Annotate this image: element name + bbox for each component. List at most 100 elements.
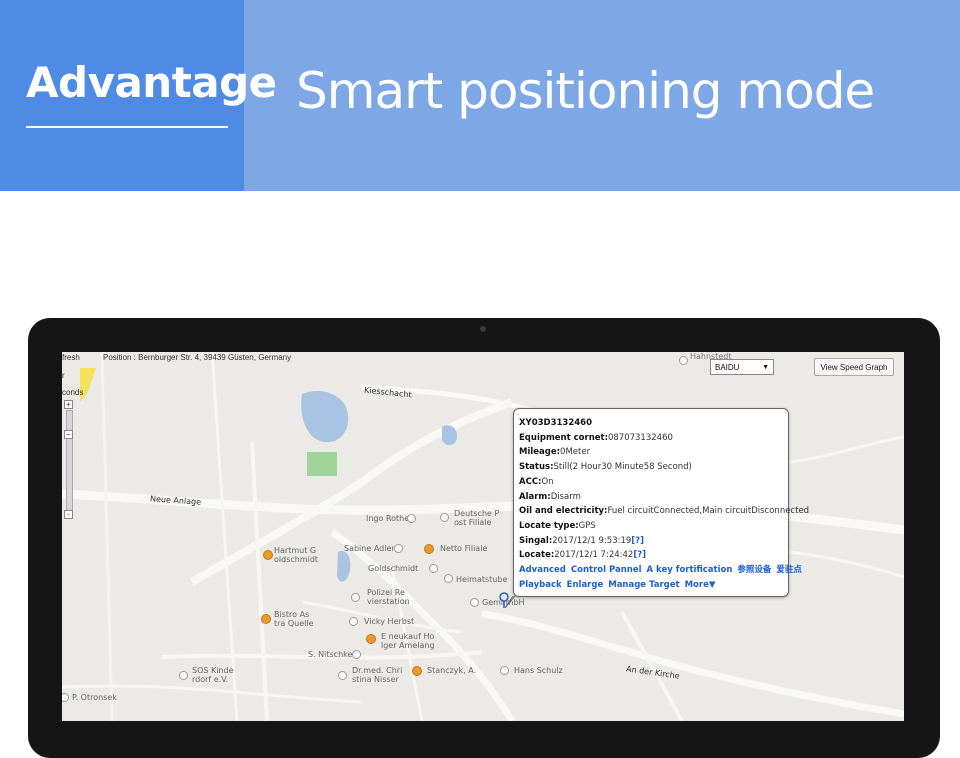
info-action-link[interactable]: Enlarge <box>567 580 604 590</box>
poi-orange-marker-icon[interactable] <box>412 666 422 676</box>
poi-label-line: Deutsche P <box>454 509 500 518</box>
info-row: Equipment cornet:087073132460 <box>519 431 783 446</box>
poi-label-line: ost Filiale <box>454 518 492 527</box>
poi-marker-icon[interactable] <box>407 514 416 523</box>
refresh-link[interactable]: fresh <box>62 353 80 362</box>
poi-marker-icon[interactable] <box>349 617 358 626</box>
poi-christina[interactable]: Dr.med. Chri stina Nisser <box>352 666 402 684</box>
info-action-link[interactable]: 参照设备 <box>737 565 771 575</box>
poi-sos[interactable]: SOS Kinde rdorf e.V. <box>192 666 234 684</box>
poi-deutsche-post[interactable]: Deutsche P ost Filiale <box>454 509 499 527</box>
chevron-down-icon: ▼ <box>762 364 769 371</box>
info-window-pointer <box>505 596 515 608</box>
info-row-value: On <box>541 476 554 487</box>
poi-label-line: lger Amelang <box>381 641 435 650</box>
poi-heimatstube[interactable]: Heimatstube <box>456 575 507 584</box>
map-screen[interactable]: fresh Position : Bernburger Str. 4, 3943… <box>62 352 904 721</box>
poi-marker-icon[interactable] <box>679 356 688 365</box>
poi-marker-icon[interactable] <box>351 593 360 602</box>
info-rows: Equipment cornet:087073132460 Mileage:0Me… <box>519 431 809 563</box>
info-row: Mileage:0Meter <box>519 445 783 460</box>
poi-label-line: Polizei Re <box>367 588 405 597</box>
info-links-row-1: Advanced Control Pannel A key fortificatio… <box>519 563 802 578</box>
poi-sabine-adler[interactable]: Sabine Adler <box>344 544 395 553</box>
advantage-underline <box>26 126 228 128</box>
poi-vicky-herbst[interactable]: Vicky Herbst <box>364 617 414 626</box>
help-link[interactable]: [?] <box>633 550 646 560</box>
poi-label-line: oldschmidt <box>274 555 319 564</box>
poi-label-line: rdorf e.V. <box>192 675 229 684</box>
info-action-link[interactable]: Manage Target <box>608 580 679 590</box>
poi-orange-marker-icon[interactable] <box>424 544 434 554</box>
info-row-value: 0Meter <box>560 447 591 458</box>
poi-marker-icon[interactable] <box>500 666 509 675</box>
info-row-label: Equipment cornet: <box>519 432 608 443</box>
headline: Smart positioning mode <box>296 62 875 120</box>
poi-nitschke[interactable]: S. Nitschke <box>308 650 352 659</box>
poi-marker-icon[interactable] <box>338 671 347 680</box>
poi-hans-schulz[interactable]: Hans Schulz <box>514 666 563 675</box>
info-row-value: Disarm <box>550 491 581 502</box>
poi-goldschmidt[interactable]: Goldschmidt <box>368 564 418 573</box>
zoom-slider-track[interactable] <box>66 410 73 512</box>
poi-label-line: tra Quelle <box>274 619 314 628</box>
info-links-row-2: Playback Enlarge Manage Target More▼ <box>519 578 783 593</box>
info-action-link[interactable]: A key fortification <box>647 565 733 575</box>
info-row: Oil and electricity:Fuel circuitConnecte… <box>519 504 809 519</box>
poi-bistro[interactable]: Bistro As tra Quelle <box>274 610 314 628</box>
info-row-label: Alarm: <box>519 491 551 502</box>
poi-label-line: stina Nisser <box>352 675 399 684</box>
zoom-in-button[interactable]: + <box>64 400 73 409</box>
poi-label-line: Hartmut G <box>274 546 317 555</box>
poi-orange-marker-icon[interactable] <box>263 550 273 560</box>
poi-polizei[interactable]: Polizei Re vierstation <box>367 588 410 606</box>
seconds-label: conds <box>62 388 84 397</box>
info-row-label: ACC: <box>519 476 542 487</box>
poi-label-line: vierstation <box>367 597 410 606</box>
poi-netto[interactable]: Netto Filiale <box>440 544 487 553</box>
info-row: Status:Still(2 Hour30 Minute58 Second) <box>519 460 783 475</box>
poi-marker-icon[interactable] <box>440 513 449 522</box>
poi-marker-icon[interactable] <box>444 574 453 583</box>
poi-orange-marker-icon[interactable] <box>261 614 271 624</box>
poi-label-line: SOS Kinde <box>192 666 234 675</box>
info-row: ACC:On <box>519 475 783 490</box>
poi-marker-icon[interactable] <box>394 544 403 553</box>
poi-hartmut[interactable]: Hartmut G oldschmidt <box>274 546 318 564</box>
street-label-hahn: Hahnstedt <box>690 352 732 361</box>
info-action-link[interactable]: Advanced <box>519 565 566 575</box>
poi-marker-icon[interactable] <box>352 650 361 659</box>
map-type-value: BAIDU <box>715 363 740 372</box>
info-row-value: Fuel circuitConnected,Main circuitDiscon… <box>607 506 810 517</box>
poi-ingo-rothe[interactable]: Ingo Rothe <box>366 514 409 523</box>
info-row-value: Still(2 Hour30 Minute58 Second) <box>553 462 692 473</box>
poi-marker-icon[interactable] <box>179 671 188 680</box>
info-action-link[interactable]: Control Pannel <box>571 565 642 575</box>
poi-label-line: E neukauf Ho <box>381 632 435 641</box>
info-action-link[interactable]: Playback <box>519 580 562 590</box>
map-type-select[interactable]: BAIDU ▼ <box>710 359 774 375</box>
poi-marker-icon[interactable] <box>429 564 438 573</box>
zoom-slider-handle[interactable]: – <box>64 430 73 439</box>
info-row-label: Mileage: <box>519 447 561 458</box>
device-id: XY03D3132460 <box>519 418 592 428</box>
poi-neukauf[interactable]: E neukauf Ho lger Amelang <box>381 632 435 650</box>
poi-label-line: Dr.med. Chri <box>352 666 403 675</box>
poi-otronsek[interactable]: P. Otronsek <box>72 693 117 702</box>
poi-marker-icon[interactable] <box>470 598 479 607</box>
help-link[interactable]: [?] <box>631 536 644 546</box>
info-action-link[interactable]: More▼ <box>685 580 716 590</box>
interval-label: r <box>62 371 65 380</box>
poi-label-line: Bistro As <box>274 610 310 619</box>
info-action-link[interactable]: 爱驻点 <box>776 565 802 575</box>
info-row-value: 087073132460 <box>607 432 673 443</box>
position-text: Position : Bernburger Str. 4, 39439 Güst… <box>103 353 292 362</box>
poi-orange-marker-icon[interactable] <box>366 634 376 644</box>
info-row: Locate:2017/12/1 7:24:42[?] <box>519 548 783 563</box>
zoom-out-button[interactable]: - <box>64 510 73 519</box>
view-speed-graph-button[interactable]: View Speed Graph <box>814 358 894 376</box>
info-row: Locate type:GPS <box>519 519 783 534</box>
device-info-window[interactable]: XY03D3132460 Equipment cornet:0870731324… <box>513 408 809 597</box>
info-row-value: 2017/12/1 9:53:19 <box>552 535 632 546</box>
poi-stanczyk[interactable]: Stanczyk, A. <box>427 666 476 675</box>
